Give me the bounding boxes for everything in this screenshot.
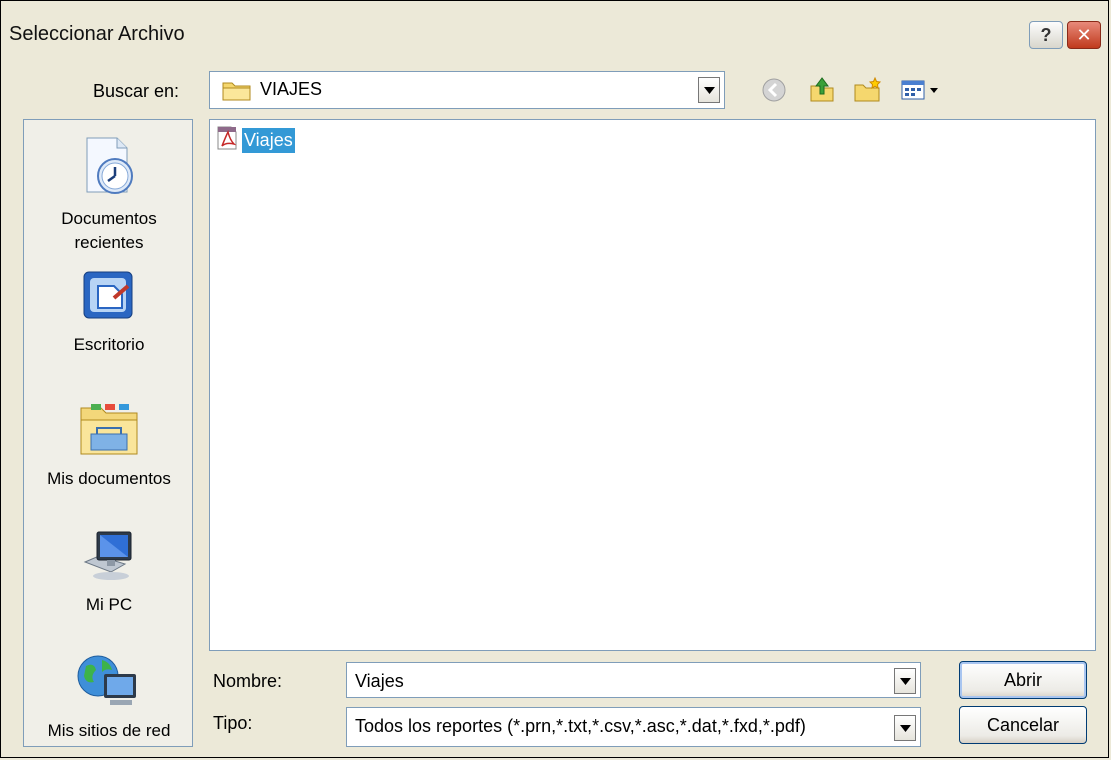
place-my-documents[interactable]: Mis documentos	[24, 400, 194, 491]
chevron-down-icon[interactable]	[894, 715, 916, 741]
lookin-label: Buscar en:	[93, 81, 180, 101]
places-bar: Documentos recientes Escritorio Mis docu…	[23, 119, 193, 747]
place-recent-documents[interactable]: Documentos recientes	[24, 136, 194, 255]
view-menu-icon[interactable]	[899, 75, 945, 105]
back-icon[interactable]	[759, 75, 789, 105]
place-label: Documentos recientes	[61, 209, 157, 252]
file-dialog: Seleccionar Archivo ? ✕ Buscar en: VIAJE…	[0, 0, 1109, 758]
recent-documents-icon	[24, 136, 194, 203]
place-label: Mis documentos	[47, 469, 171, 488]
title-bar: Seleccionar Archivo ? ✕	[1, 1, 1108, 65]
place-desktop[interactable]: Escritorio	[24, 268, 194, 357]
place-network[interactable]: Mis sitios de red	[24, 652, 194, 743]
cancel-button[interactable]: Cancelar	[959, 706, 1087, 744]
dialog-title: Seleccionar Archivo	[9, 23, 185, 45]
pdf-file-icon	[216, 126, 238, 155]
place-label: Mis sitios de red	[47, 721, 171, 740]
close-button[interactable]: ✕	[1067, 21, 1101, 49]
filename-value: Viajes	[355, 671, 404, 691]
new-folder-icon[interactable]	[853, 75, 883, 105]
filename-label: Nombre:	[213, 671, 283, 691]
filetype-value: Todos los reportes (*.prn,*.txt,*.csv,*.…	[355, 716, 806, 736]
file-item[interactable]: Viajes	[216, 126, 295, 155]
place-my-computer[interactable]: Mi PC	[24, 528, 194, 617]
lookin-dropdown[interactable]: VIAJES	[209, 71, 725, 109]
file-list[interactable]: Viajes	[209, 119, 1096, 651]
help-button[interactable]: ?	[1029, 21, 1063, 49]
my-documents-icon	[24, 400, 194, 463]
place-label: Mi PC	[85, 595, 133, 614]
my-computer-icon	[24, 528, 194, 589]
up-folder-icon[interactable]	[807, 75, 837, 105]
filename-input[interactable]: Viajes	[346, 662, 921, 698]
desktop-icon	[24, 268, 194, 329]
chevron-down-icon[interactable]	[698, 77, 720, 103]
place-label: Escritorio	[73, 335, 145, 354]
network-places-icon	[24, 652, 194, 715]
chevron-down-icon[interactable]	[894, 668, 916, 694]
folder-icon	[222, 79, 252, 106]
file-name: Viajes	[242, 128, 295, 153]
lookin-value: VIAJES	[260, 79, 323, 99]
open-button[interactable]: Abrir	[959, 661, 1087, 699]
filetype-label: Tipo:	[213, 713, 253, 733]
filetype-dropdown[interactable]: Todos los reportes (*.prn,*.txt,*.csv,*.…	[346, 707, 921, 747]
